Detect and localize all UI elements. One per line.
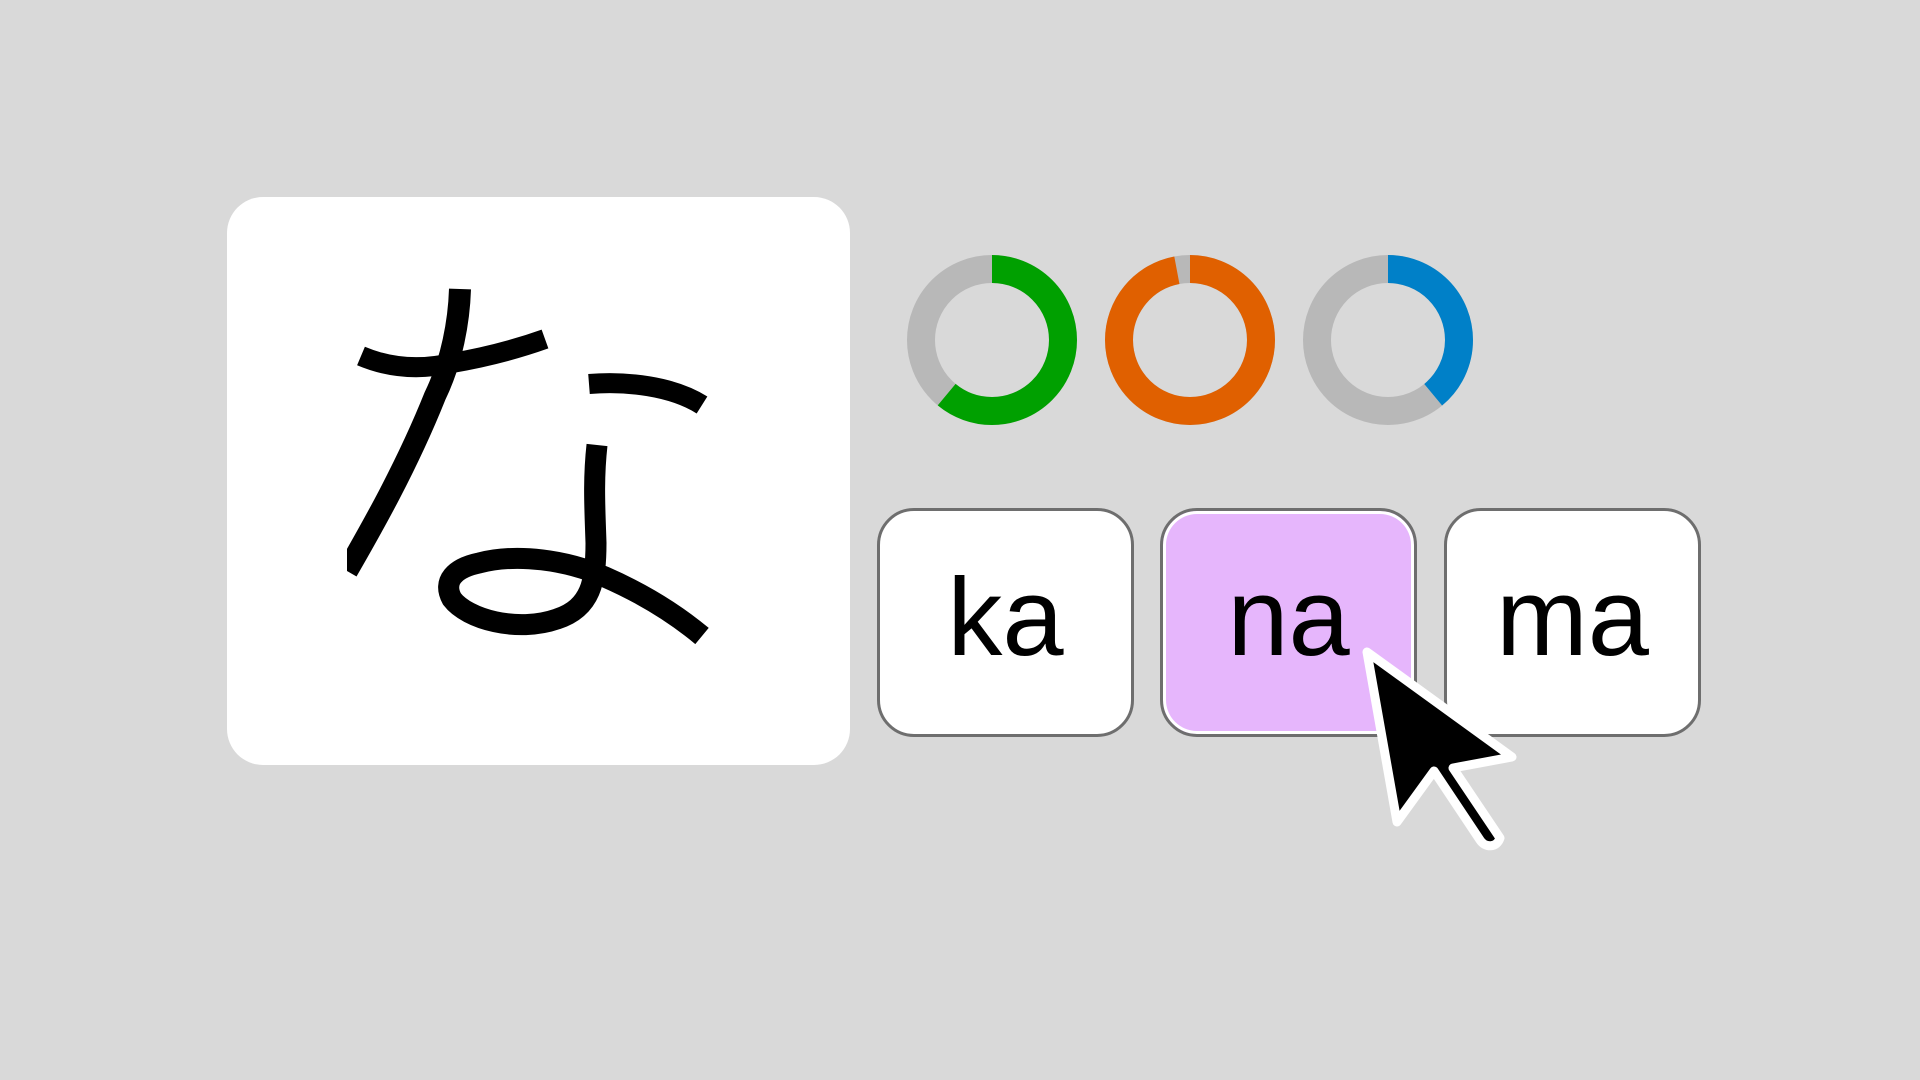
quiz-screen: ka na ma — [0, 0, 1920, 1080]
answer-option-label: na — [1227, 555, 1350, 679]
kana-character-na — [347, 288, 709, 645]
answer-option-label: ka — [947, 555, 1064, 679]
answer-option-label: ma — [1496, 555, 1649, 679]
progress-ring-blue — [1303, 255, 1473, 425]
progress-ring-orange — [1105, 255, 1275, 425]
answer-option-ma[interactable]: ma — [1444, 508, 1701, 737]
answer-option-na[interactable]: na — [1160, 508, 1417, 737]
progress-ring-green — [907, 255, 1077, 425]
progress-ring-orange-arc — [1105, 255, 1275, 425]
answer-option-ka[interactable]: ka — [877, 508, 1134, 737]
